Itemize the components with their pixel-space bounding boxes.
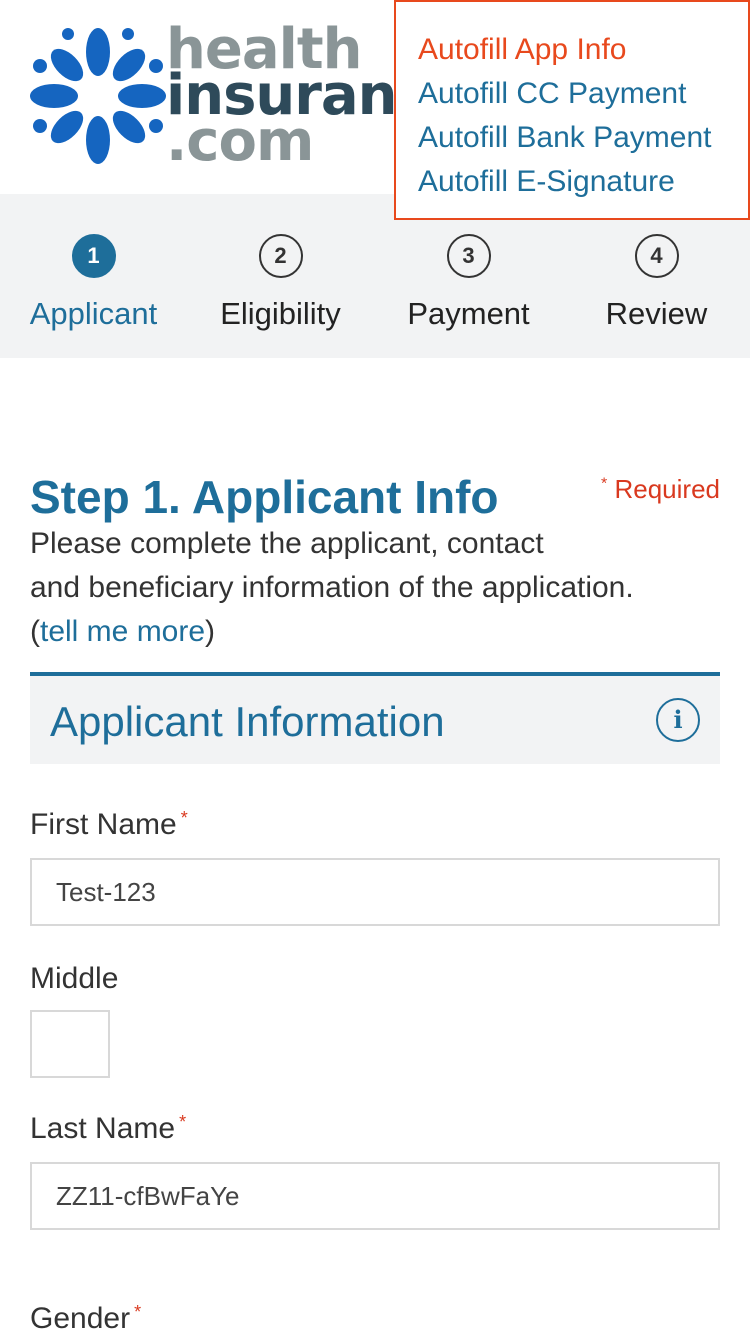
step-number-badge: 3 <box>446 234 491 278</box>
last-name-label: Last Name * <box>30 1112 186 1146</box>
info-icon[interactable]: i <box>656 698 700 742</box>
logo-wordmark: health insuran .com <box>166 22 398 170</box>
step-number-badge: 4 <box>634 234 679 278</box>
step-label: Payment <box>407 296 530 331</box>
intro-line-2: and beneficiary information of the appli… <box>30 571 634 604</box>
last-name-label-text: Last Name <box>30 1112 176 1145</box>
step-label: Review <box>605 296 708 331</box>
autofill-menu: Autofill App Info Autofill CC Payment Au… <box>394 0 750 220</box>
step-review[interactable]: 4 Review <box>563 234 750 332</box>
autofill-app-info-link[interactable]: Autofill App Info <box>418 28 748 72</box>
header: health insuran .com Autofill App Info Au… <box>0 0 750 220</box>
page-title: Step 1. Applicant Info <box>30 471 499 523</box>
last-name-input[interactable] <box>30 1162 720 1230</box>
middle-initial-input[interactable] <box>30 1010 110 1078</box>
required-marker: * <box>180 808 188 828</box>
required-marker: * <box>134 1302 142 1322</box>
intro-line-1: Please complete the applicant, contact <box>30 527 544 560</box>
step-number-badge: 1 <box>71 234 116 278</box>
required-text: Required <box>614 474 720 504</box>
required-legend: * Required <box>601 474 720 505</box>
intro-paren-close: ) <box>205 615 216 648</box>
autofill-cc-payment-link[interactable]: Autofill CC Payment <box>418 72 748 116</box>
middle-label-text: Middle <box>30 962 119 995</box>
autofill-e-signature-link[interactable]: Autofill E-Signature <box>418 160 748 204</box>
step-number-badge: 2 <box>258 234 303 278</box>
first-name-label: First Name * <box>30 808 188 842</box>
intro-paren-open: ( <box>30 615 40 648</box>
intro-text: Please complete the applicant, contact a… <box>30 522 720 654</box>
middle-label: Middle <box>30 962 118 996</box>
required-star: * <box>601 475 608 493</box>
step-label: Applicant <box>29 296 158 331</box>
gender-label: Gender * <box>30 1302 141 1334</box>
autofill-bank-payment-link[interactable]: Autofill Bank Payment <box>418 116 748 160</box>
tell-me-more-link[interactable]: tell me more <box>40 615 205 648</box>
step-payment[interactable]: 3 Payment <box>375 234 562 332</box>
applicant-information-section: Applicant Information i <box>30 672 720 764</box>
step-label: Eligibility <box>220 296 341 331</box>
required-marker: * <box>179 1112 187 1132</box>
first-name-input[interactable] <box>30 858 720 926</box>
gender-label-text: Gender <box>30 1302 131 1334</box>
section-title: Applicant Information <box>50 698 445 745</box>
logo-flower-icon <box>30 28 166 164</box>
step-eligibility[interactable]: 2 Eligibility <box>187 234 374 332</box>
step-applicant[interactable]: 1 Applicant <box>0 234 187 332</box>
first-name-label-text: First Name <box>30 808 177 841</box>
